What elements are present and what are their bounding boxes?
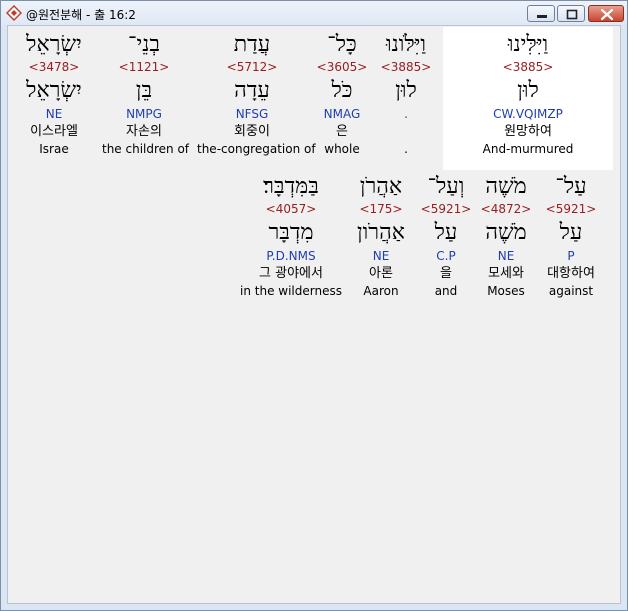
english-gloss: .: [404, 142, 408, 156]
lemma: עֵדָה: [234, 78, 270, 103]
hebrew-word: עַל־: [555, 174, 587, 199]
strong-number[interactable]: <5921>: [538, 202, 604, 217]
english-gloss: whole: [324, 142, 360, 156]
strong-number[interactable]: <3885>: [376, 60, 436, 75]
word-adat[interactable]: עֲדַת <5712> עֵדָה NFSG 회중이 the-congrega…: [197, 30, 316, 157]
lemma: כֹּל: [331, 78, 353, 103]
morphology: CW.VQIMZP: [493, 107, 563, 121]
close-button[interactable]: [588, 5, 624, 22]
word-wayyillonu[interactable]: וַיִּלֹּונוּ <3885> לוּן . .: [376, 30, 436, 157]
morphology: NE: [372, 249, 390, 263]
english-gloss: against: [548, 284, 594, 298]
morphology: NMPG: [126, 107, 162, 121]
word-bammidbar[interactable]: בַּמִּדְבָּר׃ <4057> מִדְבָּר P.D.NMS 그 …: [238, 172, 344, 299]
strong-number[interactable]: <3605>: [314, 60, 370, 75]
korean-gloss: 그 광야에서: [259, 266, 323, 281]
hebrew-word: אַהֲרֹן: [359, 174, 403, 199]
lemma: מֹשֶׁה: [485, 220, 527, 245]
english-gloss: and: [434, 284, 458, 298]
app-window: @원전분해 - 출 16:2 וַיִּלִּינוּ <3885> לוּן …: [0, 0, 628, 611]
morphology: NE: [497, 249, 515, 263]
lemma: עַל: [434, 220, 458, 245]
strong-number[interactable]: <5712>: [197, 60, 307, 75]
word-aharon[interactable]: אַהֲרֹן <175> אַהֲרֹון NE 아론 Aaron: [346, 172, 416, 299]
lemma: לוּן: [517, 78, 539, 103]
strong-number[interactable]: <5921>: [418, 202, 474, 217]
morphology: C.P: [436, 249, 456, 263]
morphology: NFSG: [235, 107, 269, 121]
strong-number[interactable]: <4057>: [238, 202, 344, 217]
english-gloss: Moses: [487, 284, 525, 298]
morphology: NE: [45, 107, 63, 121]
korean-gloss: 회중이: [234, 124, 270, 139]
strong-number[interactable]: <3885>: [473, 60, 583, 75]
minimize-button[interactable]: [527, 5, 555, 22]
korean-gloss: 이스라엘: [30, 124, 78, 139]
english-gloss: And-murmured: [482, 142, 574, 156]
lemma: עַל: [559, 220, 583, 245]
minimize-icon: [537, 15, 547, 18]
hebrew-word: בְנֵי־: [128, 32, 160, 57]
lemma: בֵּן: [135, 78, 153, 103]
strong-number[interactable]: <3478>: [18, 60, 90, 75]
morphology: P: [567, 249, 575, 263]
hebrew-word: מֹשֶׁה: [485, 174, 527, 199]
hebrew-word: כָּל־: [327, 32, 357, 57]
korean-gloss: 원망하여: [504, 124, 552, 139]
morphology: .: [404, 107, 408, 121]
hebrew-word: וַיִּלִּינוּ: [507, 32, 549, 57]
strong-number[interactable]: <1121>: [102, 60, 186, 75]
korean-gloss: 자손의: [126, 124, 162, 139]
lemma: יִשְׂרָאֵל: [26, 78, 82, 103]
word-yisrael[interactable]: יִשְׂרָאֵל <3478> יִשְׂרָאֵל NE 이스라엘 Isr…: [18, 30, 90, 157]
hebrew-word: יִשְׂרָאֵל: [26, 32, 82, 57]
bible-app-icon: [6, 5, 22, 21]
korean-gloss: 아론: [369, 266, 393, 281]
strong-number[interactable]: <4872>: [476, 202, 536, 217]
word-wayyillinu-selected[interactable]: וַיִּלִּינוּ <3885> לוּן CW.VQIMZP 원망하여 …: [473, 30, 583, 157]
korean-gloss: [376, 123, 436, 141]
interlinear-panel[interactable]: וַיִּלִּינוּ <3885> לוּן CW.VQIMZP 원망하여 …: [7, 25, 621, 604]
word-al[interactable]: עַל־ <5921> עַל P 대항하여 against: [538, 172, 604, 299]
strong-number[interactable]: <175>: [346, 202, 416, 217]
word-moshe[interactable]: מֹשֶׁה <4872> מֹשֶׁה NE 모세와 Moses: [476, 172, 536, 299]
title-bar[interactable]: @원전분해 - 출 16:2: [1, 1, 627, 25]
english-gloss: in the wilderness: [240, 284, 342, 298]
korean-gloss: 모세와: [488, 266, 524, 281]
english-gloss: Aaron: [363, 284, 399, 298]
hebrew-word: וְעַל־: [427, 174, 465, 199]
korean-gloss: 은: [336, 124, 348, 139]
korean-gloss: 을: [440, 266, 452, 281]
maximize-button[interactable]: [557, 5, 585, 22]
hebrew-word: וַיִּלֹּונוּ: [385, 32, 427, 57]
lemma: מִדְבָּר: [268, 220, 314, 245]
morphology: P.D.NMS: [266, 249, 316, 263]
word-veal[interactable]: וְעַל־ <5921> עַל C.P 을 and: [418, 172, 474, 299]
english-gloss: Israe: [39, 142, 69, 156]
lemma: אַהֲרֹון: [357, 220, 405, 245]
lemma: לוּן: [395, 78, 417, 103]
korean-gloss: 대항하여: [547, 266, 595, 281]
word-kol[interactable]: כָּל־ <3605> כֹּל NMAG 은 whole: [314, 30, 370, 157]
word-bene[interactable]: בְנֵי־ <1121> בֵּן NMPG 자손의 the children…: [102, 30, 190, 157]
english-gloss: the children of: [102, 142, 190, 156]
hebrew-word: בַּמִּדְבָּר׃: [263, 174, 319, 199]
hebrew-word: עֲדַת: [233, 32, 271, 57]
window-title: @원전분해 - 출 16:2: [26, 8, 136, 22]
close-icon: [600, 8, 614, 21]
morphology: NMAG: [323, 107, 361, 121]
english-gloss: the-congregation of: [197, 142, 316, 156]
maximize-icon: [566, 9, 578, 20]
